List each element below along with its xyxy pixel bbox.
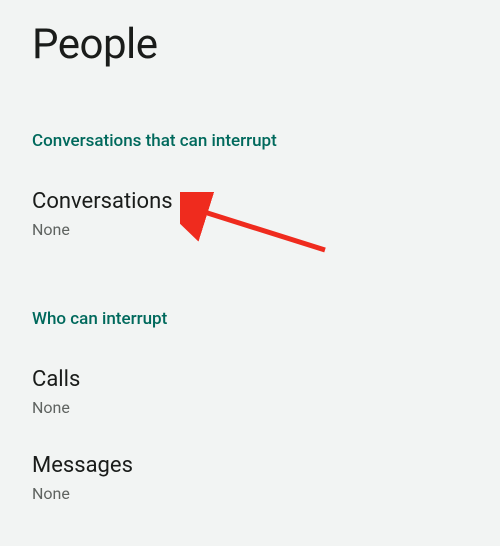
setting-value-calls: None [32, 398, 468, 417]
setting-conversations[interactable]: Conversations None [0, 175, 500, 261]
setting-label-messages: Messages [32, 453, 468, 478]
setting-label-calls: Calls [32, 367, 468, 392]
setting-messages[interactable]: Messages None [0, 439, 500, 525]
page-title: People [0, 0, 500, 69]
setting-label-conversations: Conversations [32, 189, 468, 214]
setting-value-conversations: None [32, 220, 468, 239]
setting-calls[interactable]: Calls None [0, 353, 500, 439]
section-header-conversations-interrupt: Conversations that can interrupt [0, 131, 500, 151]
people-settings-page: People Conversations that can interrupt … [0, 0, 500, 525]
setting-value-messages: None [32, 484, 468, 503]
section-header-who-interrupt: Who can interrupt [0, 309, 500, 329]
